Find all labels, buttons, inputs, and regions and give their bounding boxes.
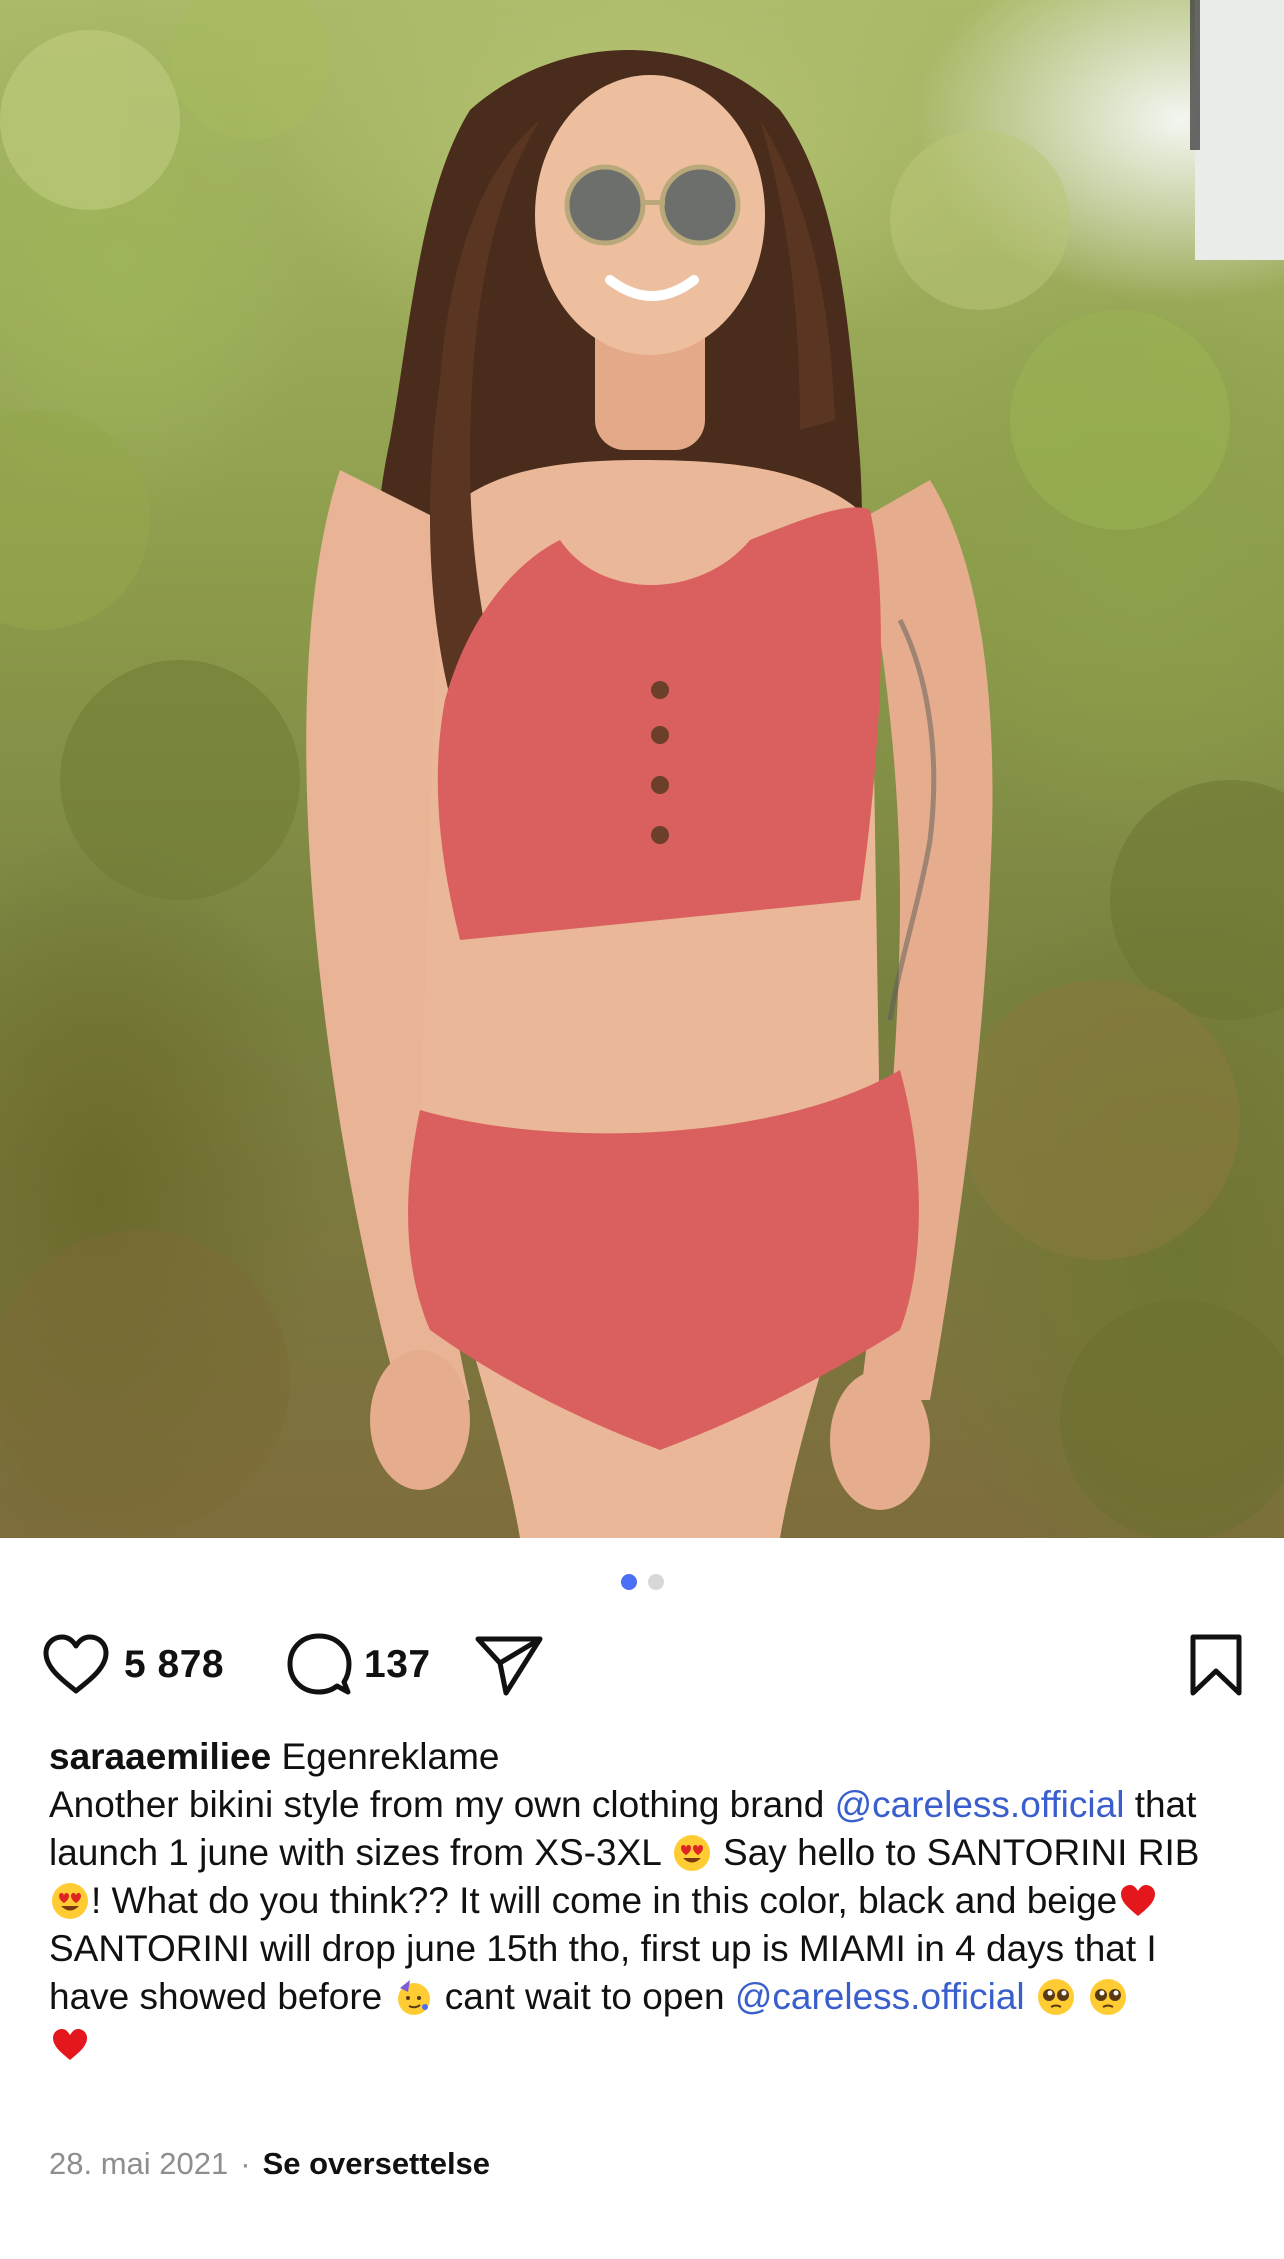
comment-button[interactable]: 137 [286, 1630, 431, 1700]
mention-link[interactable]: @careless.official [835, 1784, 1125, 1825]
heart-eyes-emoji [673, 1834, 711, 1872]
party-face-emoji [395, 1978, 433, 2016]
post-date: 28. mai 2021 [49, 2146, 229, 2181]
caption-text: Say hello to SANTORINI RIB [712, 1832, 1200, 1873]
post-meta: 28. mai 2021 · Se oversettelse [49, 2146, 490, 2182]
bookmark-icon [1188, 1633, 1244, 1697]
comment-icon [286, 1632, 352, 1698]
carousel-dot [647, 1574, 664, 1590]
share-icon [474, 1633, 544, 1697]
paid-partnership-label: Egenreklame [281, 1736, 500, 1777]
post-caption: saraaemiliee Egenreklame Another bikini … [49, 1733, 1239, 2069]
carousel-dot-active [620, 1574, 637, 1590]
post-action-bar: 5 878 137 [40, 1630, 1244, 1700]
see-translation-link[interactable]: Se oversettelse [263, 2146, 490, 2182]
caption-text: Another bikini style from my own clothin… [49, 1784, 835, 1825]
red-heart-emoji [51, 2026, 89, 2064]
meta-separator: · [240, 2146, 251, 2181]
comment-count[interactable]: 137 [364, 1643, 431, 1687]
share-button[interactable] [474, 1630, 544, 1700]
post-photo[interactable] [0, 0, 1284, 1538]
save-button[interactable] [1188, 1630, 1244, 1700]
caption-text: ! What do you think?? It will come in th… [91, 1880, 1118, 1921]
caption-username[interactable]: saraaemiliee [49, 1736, 271, 1777]
mention-link[interactable]: @careless.official [735, 1976, 1025, 2017]
red-heart-emoji [1119, 1882, 1157, 1920]
pleading-face-emoji [1037, 1978, 1075, 2016]
pleading-face-emoji [1089, 1978, 1127, 2016]
photo-illustration [0, 0, 1284, 1538]
heart-eyes-emoji [51, 1882, 89, 1920]
caption-text: cant wait to open [434, 1976, 735, 2017]
like-count[interactable]: 5 878 [124, 1643, 224, 1687]
like-button[interactable]: 5 878 [40, 1630, 224, 1700]
heart-icon [40, 1633, 112, 1697]
carousel-indicator [0, 1574, 1284, 1590]
